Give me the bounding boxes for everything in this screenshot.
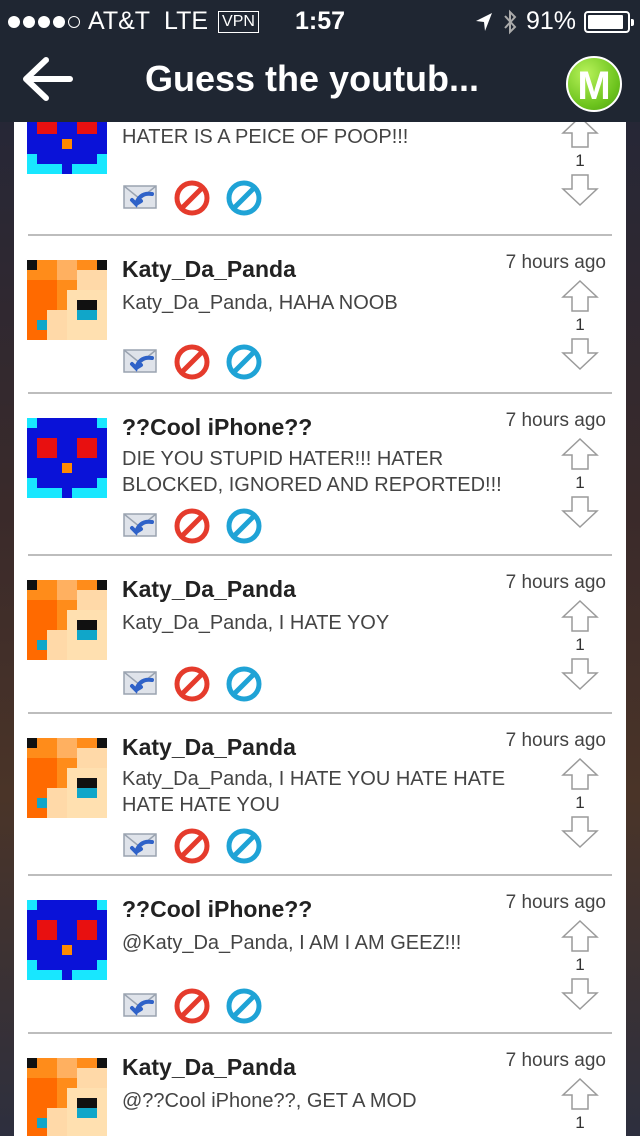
comment-item: Katy_Da_Panda 7 hours ago Katy_Da_Panda,… <box>14 714 626 876</box>
vote-count: 1 <box>575 955 585 974</box>
comment-username[interactable]: Katy_Da_Panda <box>122 576 296 603</box>
comment-time: 7 hours ago <box>505 730 606 751</box>
vote-count: 1 <box>575 473 585 492</box>
downvote-arrow-icon[interactable] <box>560 976 600 1012</box>
comment-message: @Katy_Da_Panda, I AM I AM GEEZ!!! <box>122 932 462 954</box>
comment-message: HATER IS A PEICE OF POOP!!! <box>122 126 409 148</box>
comment-username[interactable]: Katy_Da_Panda <box>122 1054 296 1081</box>
reply-mail-icon[interactable] <box>122 666 158 702</box>
panda-avatar[interactable] <box>27 1058 107 1136</box>
comment-item: Katy_Da_Panda 7 hours ago Katy_Da_Panda,… <box>14 556 626 714</box>
blue-creature-avatar[interactable] <box>27 418 107 498</box>
block-icon[interactable] <box>226 828 262 864</box>
comment-item: ??Cool iPhone?? 7 hours ago @Katy_Da_Pan… <box>14 876 626 1034</box>
comment-actions <box>122 180 262 216</box>
comment-actions <box>122 344 262 380</box>
vote-control: 1 <box>560 1076 600 1134</box>
comment-time: 7 hours ago <box>505 572 606 593</box>
comment-username[interactable]: Katy_Da_Panda <box>122 256 296 283</box>
panda-avatar[interactable] <box>27 738 107 818</box>
report-icon[interactable] <box>174 828 210 864</box>
block-icon[interactable] <box>226 508 262 544</box>
reply-mail-icon[interactable] <box>122 344 158 380</box>
report-icon[interactable] <box>174 344 210 380</box>
battery-percent: 91% <box>525 7 576 35</box>
upvote-arrow-icon[interactable] <box>560 918 600 954</box>
back-arrow-icon <box>23 57 73 101</box>
report-icon[interactable] <box>174 666 210 702</box>
report-icon[interactable] <box>174 180 210 216</box>
comment-time: 7 hours ago <box>505 892 606 913</box>
page-title: Guess the youtub... <box>145 58 480 99</box>
vote-control: 1 <box>560 918 600 1012</box>
vote-control: 1 <box>560 122 600 208</box>
report-icon[interactable] <box>174 508 210 544</box>
downvote-arrow-icon[interactable] <box>560 336 600 372</box>
vote-count: 1 <box>575 793 585 812</box>
upvote-arrow-icon[interactable] <box>560 436 600 472</box>
vote-count: 1 <box>575 315 585 334</box>
panda-avatar[interactable] <box>27 260 107 340</box>
comment-time: 7 hours ago <box>505 410 606 431</box>
blue-creature-avatar[interactable] <box>27 122 107 174</box>
comment-actions <box>122 666 262 702</box>
vote-count: 1 <box>575 151 585 170</box>
comment-actions <box>122 988 262 1024</box>
vote-count: 1 <box>575 635 585 654</box>
upvote-arrow-icon[interactable] <box>560 756 600 792</box>
comment-item: ??Cool iPhone?? 7 hours ago DIE YOU STUP… <box>14 394 626 556</box>
reply-mail-icon[interactable] <box>122 828 158 864</box>
block-icon[interactable] <box>226 180 262 216</box>
vote-control: 1 <box>560 598 600 692</box>
back-button[interactable] <box>20 54 76 104</box>
downvote-arrow-icon[interactable] <box>560 494 600 530</box>
comment-time: 7 hours ago <box>505 1050 606 1071</box>
bluetooth-icon <box>504 9 517 34</box>
vote-control: 1 <box>560 756 600 850</box>
upvote-arrow-icon[interactable] <box>560 1076 600 1112</box>
comment-message: DIE YOU STUPID HATER!!! HATER BLOCKED, I… <box>122 448 502 496</box>
vote-control: 1 <box>560 436 600 530</box>
comment-message: Katy_Da_Panda, HAHA NOOB <box>122 292 398 314</box>
vote-count: 1 <box>575 1113 585 1132</box>
comment-time: 7 hours ago <box>505 252 606 273</box>
comment-item: Katy_Da_Panda 7 hours ago Katy_Da_Panda,… <box>14 236 626 394</box>
comment-actions <box>122 828 262 864</box>
upvote-arrow-icon[interactable] <box>560 122 600 150</box>
battery-icon <box>584 10 634 33</box>
comment-username[interactable]: ??Cool iPhone?? <box>122 896 312 923</box>
comment-username[interactable]: ??Cool iPhone?? <box>122 414 312 441</box>
downvote-arrow-icon[interactable] <box>560 814 600 850</box>
comment-message: Katy_Da_Panda, I HATE YOU HATE HATE HATE… <box>122 768 506 816</box>
panda-avatar[interactable] <box>27 580 107 660</box>
blue-creature-avatar[interactable] <box>27 900 107 980</box>
reply-mail-icon[interactable] <box>122 508 158 544</box>
app-header: Guess the youtub... M <box>0 40 640 122</box>
reply-mail-icon[interactable] <box>122 180 158 216</box>
m-logo-button[interactable]: M <box>566 56 622 112</box>
status-bar: AT&T LTE VPN 1:57 91% <box>0 0 640 40</box>
comment-username[interactable]: Katy_Da_Panda <box>122 734 296 761</box>
status-right: 91% <box>474 7 634 36</box>
downvote-arrow-icon[interactable] <box>560 172 600 208</box>
report-icon[interactable] <box>174 988 210 1024</box>
comment-message: @??Cool iPhone??, GET A MOD <box>122 1090 417 1112</box>
upvote-arrow-icon[interactable] <box>560 598 600 634</box>
reply-mail-icon[interactable] <box>122 988 158 1024</box>
comments-list: HATER IS A PEICE OF POOP!!! 1 Katy_Da_Pa… <box>14 122 626 1136</box>
downvote-arrow-icon[interactable] <box>560 656 600 692</box>
block-icon[interactable] <box>226 344 262 380</box>
upvote-arrow-icon[interactable] <box>560 278 600 314</box>
comment-message: Katy_Da_Panda, I HATE YOY <box>122 612 390 634</box>
comment-item: Katy_Da_Panda 7 hours ago @??Cool iPhone… <box>14 1034 626 1136</box>
block-icon[interactable] <box>226 666 262 702</box>
location-arrow-icon <box>475 12 492 31</box>
vote-control: 1 <box>560 278 600 372</box>
block-icon[interactable] <box>226 988 262 1024</box>
comment-item: HATER IS A PEICE OF POOP!!! 1 <box>14 122 626 236</box>
comment-actions <box>122 508 262 544</box>
